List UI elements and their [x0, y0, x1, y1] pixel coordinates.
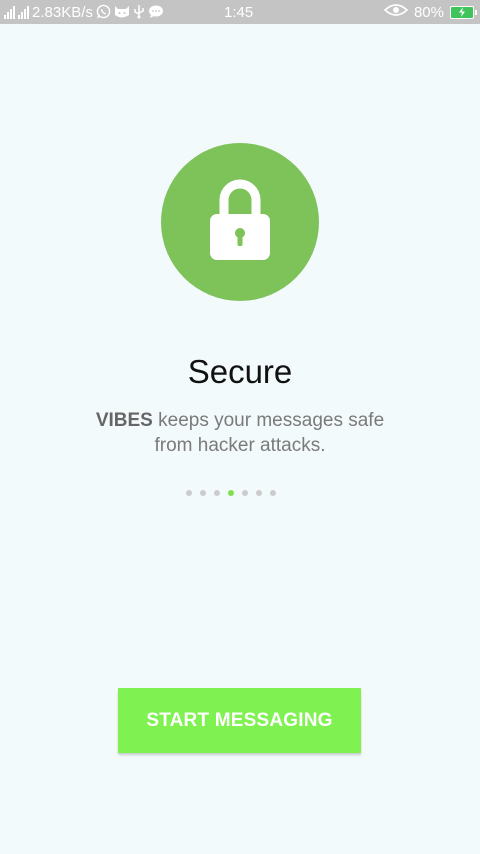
page-description: VIBES keeps your messages safe from hack…	[90, 408, 390, 458]
battery-level: 80%	[413, 3, 444, 21]
whatsapp-icon	[96, 4, 111, 21]
brand-name: VIBES	[95, 410, 153, 431]
status-time: 1:45	[224, 3, 254, 21]
status-bar-right: 80%	[383, 0, 477, 24]
hero-circle	[161, 143, 319, 301]
usb-icon	[133, 4, 145, 21]
battery-charging-icon	[450, 5, 477, 19]
page-title: Secure	[187, 353, 293, 390]
page-indicator-dot[interactable]	[186, 490, 192, 496]
status-bar-left: 2.83KB/s	[4, 0, 164, 24]
page-indicator-dot[interactable]	[242, 490, 248, 496]
description-text: keeps your messages safe from hacker att…	[152, 410, 385, 456]
cat-icon	[114, 4, 130, 21]
eye-icon	[383, 3, 409, 21]
lock-icon	[208, 178, 272, 267]
network-speed: 2.83KB/s	[32, 3, 93, 21]
signal-icon	[4, 5, 15, 19]
page-indicator-dot[interactable]	[200, 490, 206, 496]
signal-icon-2	[18, 5, 29, 19]
page-indicator-dot[interactable]	[214, 490, 220, 496]
start-messaging-button[interactable]: START MESSAGING	[118, 688, 361, 753]
chat-icon	[148, 4, 164, 21]
status-bar: 2.83KB/s 1:45 80%	[0, 0, 480, 24]
page-indicator	[186, 490, 276, 498]
page-indicator-dot[interactable]	[270, 490, 276, 496]
page-indicator-dot[interactable]	[228, 490, 234, 496]
page-indicator-dot[interactable]	[256, 490, 262, 496]
